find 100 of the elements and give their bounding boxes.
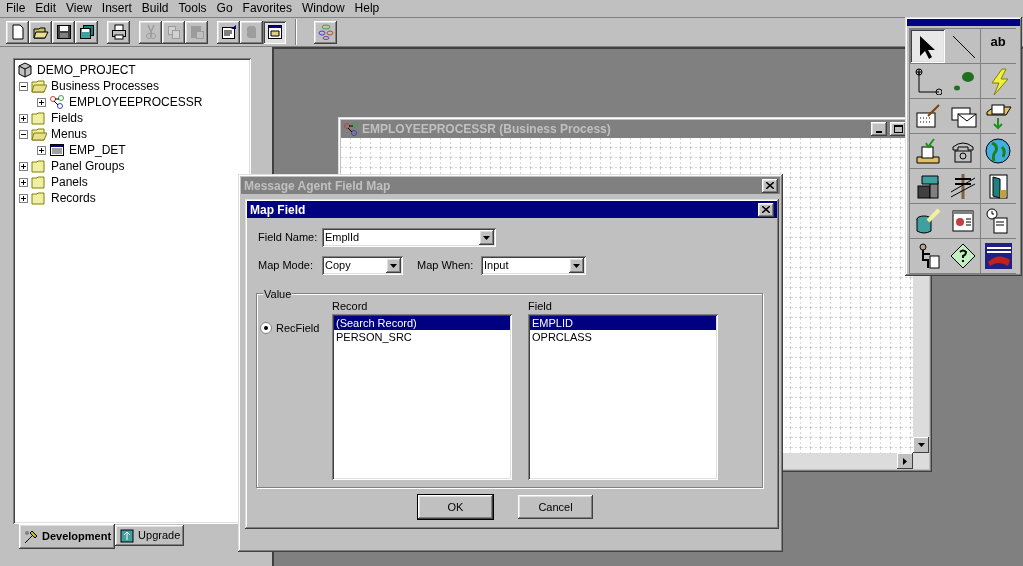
menu-item[interactable]: Build (136, 0, 174, 17)
folder-icon (31, 110, 47, 126)
connector-icon (913, 67, 942, 95)
toolbar-button[interactable] (263, 20, 286, 44)
palette-tool[interactable] (980, 169, 1016, 203)
printer-icon (110, 24, 127, 40)
menu-item[interactable]: Edit (30, 0, 62, 17)
tree-item[interactable]: EMPLOYEEPROCESSR (68, 93, 204, 111)
tree-item[interactable]: Panel Groups (50, 157, 126, 175)
open-folder-icon (31, 78, 47, 94)
palette-tool[interactable] (945, 134, 981, 168)
menu-item[interactable]: Go (211, 0, 238, 17)
workspace-tab[interactable]: Development (19, 524, 116, 549)
toolbar-button[interactable] (75, 20, 98, 44)
save-icon (55, 24, 72, 40)
field-name-dropdown[interactable]: EmplId (322, 228, 496, 247)
palette-tool[interactable] (945, 169, 981, 203)
maximize-button[interactable] (890, 122, 906, 136)
tree-item[interactable]: DEMO_PROJECT (36, 61, 137, 79)
form-writing-icon (913, 102, 942, 130)
menu-item[interactable]: View (61, 0, 97, 17)
toolbar-button[interactable] (6, 20, 29, 44)
properties-icon (220, 24, 237, 40)
title-bar[interactable]: Map Field (247, 201, 777, 218)
palette-tool[interactable] (945, 99, 981, 133)
list-item[interactable]: PERSON_SRC (334, 330, 510, 344)
project-window-icon (266, 24, 283, 40)
dialog-button[interactable]: Cancel (518, 495, 593, 519)
palette-tool[interactable] (910, 169, 945, 203)
question-diamond-icon (948, 242, 977, 270)
radio-button[interactable] (260, 322, 272, 335)
dropdown-button[interactable] (479, 230, 494, 245)
scroll-right-button[interactable] (897, 453, 913, 469)
column-header: Field (528, 300, 553, 313)
dropdown-arrow-icon (390, 263, 397, 268)
open-folder-icon (32, 24, 49, 40)
menu-item[interactable]: Insert (96, 0, 137, 17)
project-icon (17, 62, 33, 78)
tree-item[interactable]: Records (50, 189, 97, 207)
close-button[interactable] (758, 202, 774, 217)
tree-item[interactable]: EMP_DET (68, 141, 127, 159)
tree-item[interactable]: Panels (50, 173, 89, 191)
dropdown-arrow-icon (573, 263, 580, 268)
palette-tool[interactable] (980, 204, 1016, 238)
map-mode-dropdown[interactable]: Copy (322, 256, 403, 275)
palette-tool[interactable] (980, 99, 1016, 133)
palette-tool[interactable] (945, 239, 981, 273)
map-when-dropdown[interactable]: Input (481, 256, 586, 275)
toolbar-button[interactable] (107, 20, 130, 44)
radio-label[interactable]: RecField (276, 320, 320, 337)
menu-item[interactable]: Help (349, 0, 385, 17)
menu-item[interactable]: Favorites (237, 0, 297, 17)
palette-tool[interactable]: ab (980, 29, 1016, 63)
list-item[interactable]: (Search Record) (334, 316, 510, 330)
scroll-down-button[interactable] (913, 437, 929, 453)
window-title: EMPLOYEEPROCESSR (Business Process) (362, 121, 611, 138)
tree-item[interactable]: Business Processes (50, 77, 161, 95)
minimize-button[interactable] (871, 122, 887, 136)
open-folder-icon (31, 126, 47, 142)
dropdown-button[interactable] (569, 258, 584, 273)
menu-item[interactable]: Tools (173, 0, 212, 17)
tree-item[interactable]: Fields (50, 109, 84, 127)
list-item[interactable]: OPRCLASS (530, 330, 716, 344)
globe-icon (984, 137, 1013, 165)
record-list[interactable]: (Search Record) PERSON_SRC (332, 314, 512, 480)
toolbar-button[interactable] (52, 20, 75, 44)
palette-tool[interactable] (910, 239, 945, 273)
toolbar-button[interactable] (29, 20, 52, 44)
process-window-icon (343, 121, 359, 137)
dropdown-arrow-icon (483, 235, 490, 240)
list-item[interactable]: EMPLID (530, 316, 716, 330)
tray-arrow-icon (984, 102, 1013, 130)
menu-icon (49, 142, 65, 158)
tree-item[interactable]: Menus (50, 125, 89, 143)
menu-item[interactable]: Window (296, 0, 350, 17)
palette-tool[interactable] (910, 64, 945, 98)
down-arrow-icon (917, 443, 925, 447)
menu-item[interactable]: File (1, 0, 31, 17)
close-icon (762, 206, 770, 213)
palette-tool[interactable] (910, 134, 945, 168)
palette-tool[interactable] (910, 99, 945, 133)
palette-tool[interactable] (980, 239, 1016, 273)
close-icon (766, 182, 774, 189)
field-label: Map When: (417, 258, 475, 274)
upgrade-icon (119, 527, 136, 544)
palette-tool[interactable] (910, 29, 945, 63)
workspace-tab[interactable]: Upgrade (115, 525, 185, 546)
utility-pole-icon (948, 172, 977, 200)
toolbar-button[interactable] (314, 20, 337, 44)
diagram-icon (317, 24, 334, 40)
palette-tool[interactable] (910, 204, 945, 238)
folder-icon (31, 190, 47, 206)
field-list[interactable]: EMPLID OPRCLASS (528, 314, 718, 480)
toolbar-button[interactable] (217, 20, 240, 44)
clipboard-icon (188, 24, 205, 40)
palette-tool[interactable] (945, 204, 981, 238)
dialog-button[interactable]: OK (418, 495, 493, 519)
palette-tool[interactable] (980, 134, 1016, 168)
close-button[interactable] (762, 178, 778, 193)
dropdown-button[interactable] (386, 258, 401, 273)
